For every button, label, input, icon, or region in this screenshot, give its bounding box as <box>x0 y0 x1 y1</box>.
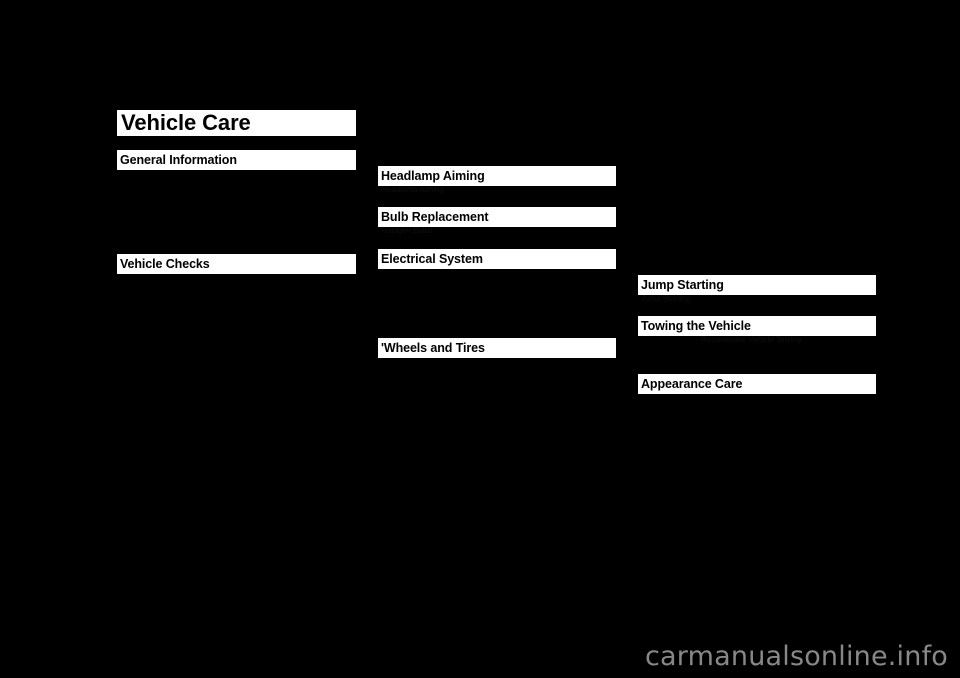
section-heading-bulb-replacement[interactable]: Bulb Replacement <box>378 207 616 227</box>
section-label: Jump Starting <box>641 277 724 292</box>
section-heading-headlamp-aiming[interactable]: Headlamp Aiming <box>378 166 616 186</box>
section-heading-appearance-care[interactable]: Appearance Care <box>638 374 876 394</box>
section-label: Headlamp Aiming <box>381 168 485 183</box>
section-label: Bulb Replacement <box>381 209 489 224</box>
ghost-text-jump-starting: Jump Starting <box>641 295 691 303</box>
ghost-text-bulb-replacement: Halogen Bulbs <box>381 227 434 235</box>
page-title: Vehicle Care <box>121 110 251 135</box>
section-label: Appearance Care <box>641 376 743 391</box>
manual-page: Vehicle Care General Information Vehicle… <box>0 0 960 678</box>
section-heading-vehicle-checks[interactable]: Vehicle Checks <box>117 254 356 274</box>
section-heading-general-information[interactable]: General Information <box>117 150 356 170</box>
section-heading-jump-starting[interactable]: Jump Starting <box>638 275 876 295</box>
section-heading-electrical-system[interactable]: Electrical System <box>378 249 616 269</box>
ghost-text-headlamp-aiming: Headlamp Aiming <box>381 186 444 194</box>
section-label: 'Wheels and Tires <box>381 340 485 355</box>
section-heading-towing-the-vehicle[interactable]: Towing the Vehicle <box>638 316 876 336</box>
section-label: General Information <box>120 152 237 167</box>
ghost-text-towing-the-vehicle: Recreational Vehicle Towing <box>701 336 801 344</box>
section-label: Towing the Vehicle <box>641 318 751 333</box>
section-label: Electrical System <box>381 251 483 266</box>
section-heading-wheels-and-tires[interactable]: 'Wheels and Tires <box>378 338 616 358</box>
chapter-title-bar: Vehicle Care <box>117 110 356 136</box>
section-label: Vehicle Checks <box>120 256 210 271</box>
site-watermark: carmanualsonline.info <box>645 641 948 672</box>
